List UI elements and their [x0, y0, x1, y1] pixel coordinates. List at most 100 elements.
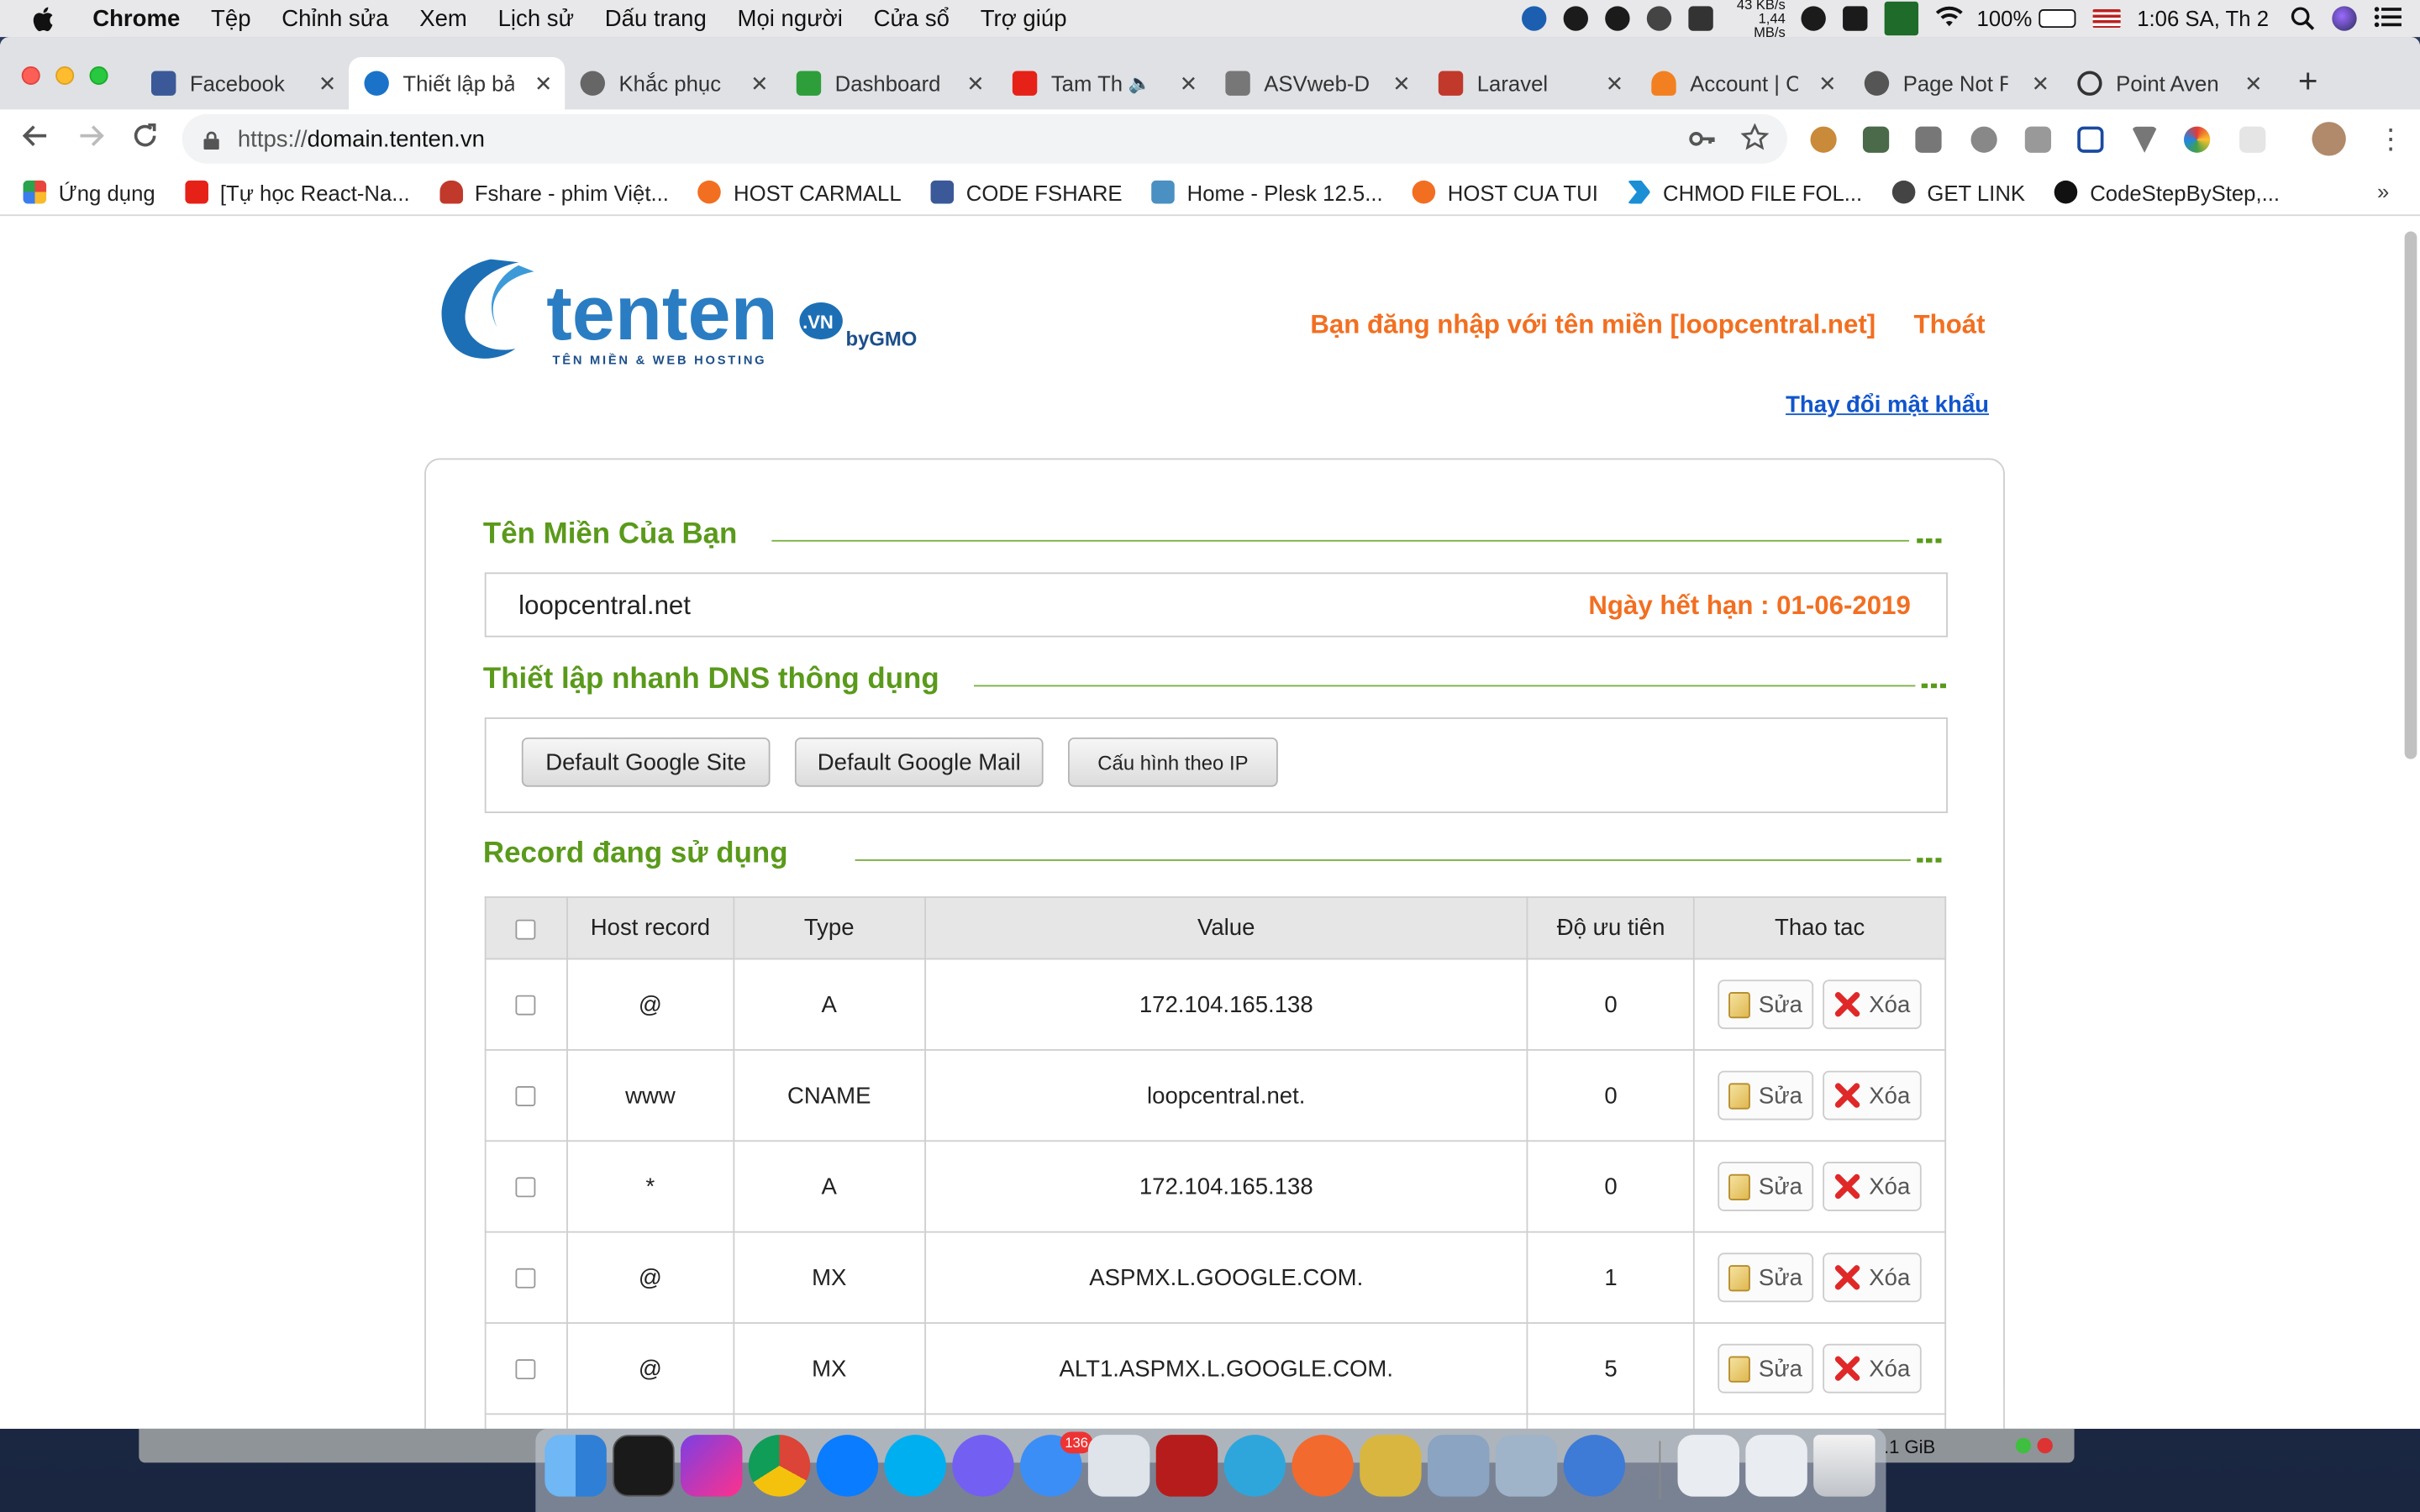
zalo-icon[interactable]: [816, 1435, 879, 1497]
menu-view[interactable]: Xem: [419, 5, 467, 31]
delete-button[interactable]: Xóa: [1823, 1252, 1922, 1303]
row-checkbox[interactable]: [516, 995, 537, 1016]
us-flag-icon[interactable]: [2091, 9, 2121, 29]
tab-laravel[interactable]: Laravel ✕: [1423, 57, 1635, 109]
tab-close-icon[interactable]: ✕: [2244, 71, 2263, 97]
vue-devtools-icon[interactable]: [2131, 126, 2158, 153]
viber-status-icon[interactable]: [1801, 6, 1826, 31]
menu-people[interactable]: Mọi người: [738, 5, 843, 31]
profile-avatar[interactable]: [2312, 122, 2346, 156]
spotlight-search-icon[interactable]: [2291, 6, 2315, 30]
bookmarks-overflow-icon[interactable]: »: [2377, 179, 2389, 203]
bookmark-star-icon[interactable]: [1740, 123, 1770, 159]
tab-cloudflare-account[interactable]: Account | C ✕: [1636, 57, 1849, 109]
battery-icon[interactable]: [2038, 9, 2075, 29]
menu-app-chrome[interactable]: Chrome: [92, 5, 180, 31]
logout-link[interactable]: Thoát: [1914, 310, 1986, 341]
document-stack-icon[interactable]: [1677, 1435, 1740, 1497]
bookmark-host-carmall[interactable]: HOST CARMALL: [697, 180, 902, 204]
tab-close-icon[interactable]: ✕: [2032, 71, 2050, 97]
edit-button[interactable]: Sửa: [1718, 1343, 1813, 1394]
row-checkbox[interactable]: [516, 1086, 537, 1106]
delete-button[interactable]: Xóa: [1823, 1162, 1922, 1211]
new-tab-button[interactable]: +: [2298, 61, 2318, 102]
tab-dashboard[interactable]: Dashboard ✕: [781, 57, 997, 109]
terminal-icon[interactable]: [613, 1435, 675, 1497]
preview-icon[interactable]: [1427, 1435, 1490, 1497]
database-icon[interactable]: [1360, 1435, 1422, 1497]
tab-khac-phuc[interactable]: Khắc phục ✕: [565, 57, 781, 109]
select-all-checkbox[interactable]: [516, 918, 537, 939]
edit-button[interactable]: Sửa: [1718, 1070, 1813, 1121]
tab-close-icon[interactable]: ✕: [750, 71, 769, 97]
tab-page-not-found[interactable]: Page Not F ✕: [1849, 57, 2061, 109]
tab-asvweb[interactable]: ASVweb-D ✕: [1210, 57, 1423, 109]
notification-center-icon[interactable]: [2374, 6, 2402, 30]
back-button[interactable]: [22, 122, 50, 157]
row-checkbox[interactable]: [516, 1177, 537, 1198]
bookmark-get-link[interactable]: GET LINK: [1891, 180, 2025, 204]
bookmark-host-cua-tui[interactable]: HOST CUA TUI: [1412, 180, 1598, 204]
tab-dns-settings[interactable]: Thiết lập bả ✕: [349, 56, 566, 110]
tab-close-icon[interactable]: ✕: [966, 71, 985, 97]
delete-button[interactable]: Xóa: [1823, 1343, 1922, 1394]
key-icon[interactable]: [1688, 125, 1716, 160]
trash-icon[interactable]: [1813, 1435, 1876, 1497]
skype-status-icon[interactable]: [1563, 6, 1588, 31]
row-checkbox[interactable]: [516, 1268, 537, 1289]
wifi-icon[interactable]: [1935, 6, 1963, 30]
menu-help[interactable]: Trợ giúp: [981, 5, 1067, 31]
delete-button[interactable]: Xóa: [1823, 979, 1922, 1030]
lock-icon[interactable]: [203, 129, 219, 150]
filezilla-icon[interactable]: [1155, 1435, 1218, 1497]
tab-close-icon[interactable]: ✕: [1180, 71, 1198, 97]
tenten-logo[interactable]: tenten .VN byGMO TÊN MIỀN & WEB HOSTING: [429, 253, 939, 369]
bookmark-codestepbystep[interactable]: CodeStepByStep,...: [2054, 180, 2280, 204]
recycle-extension-icon[interactable]: [1862, 126, 1890, 153]
finder-icon[interactable]: [544, 1435, 607, 1497]
siri-icon[interactable]: [2332, 6, 2357, 31]
postman-icon[interactable]: [1292, 1435, 1354, 1497]
close-window-button[interactable]: [21, 66, 40, 86]
skype-icon[interactable]: [884, 1435, 946, 1497]
clock[interactable]: 1:06 SA, Th 2: [2137, 6, 2269, 30]
delete-button[interactable]: Xóa: [1823, 1070, 1922, 1121]
chrome-icon[interactable]: [748, 1435, 811, 1497]
tab-close-icon[interactable]: ✕: [534, 71, 553, 97]
bookmark-chmod[interactable]: CHMOD FILE FOL...: [1627, 180, 1862, 204]
menu-edit[interactable]: Chỉnh sửa: [281, 5, 388, 31]
photos-icon[interactable]: [1495, 1435, 1558, 1497]
tab-close-icon[interactable]: ✕: [1818, 71, 1837, 97]
menu-window[interactable]: Cửa sổ: [874, 5, 950, 31]
notification-status-icon[interactable]: [1842, 6, 1868, 31]
bookmark-react-native[interactable]: [Tự học React-Na...: [184, 180, 410, 204]
kebab-menu-icon[interactable]: ⋮: [2377, 123, 2405, 156]
telegram-status-icon[interactable]: [1604, 6, 1630, 31]
docker-icon[interactable]: [1688, 6, 1713, 31]
color-picker-extension-icon[interactable]: [2183, 126, 2211, 153]
elephant-status-icon[interactable]: [1521, 6, 1547, 31]
forward-button[interactable]: [77, 122, 105, 157]
eyedropper-extension-icon[interactable]: [1915, 126, 1942, 153]
creative-cloud-icon[interactable]: [1646, 6, 1671, 31]
code-editor-icon[interactable]: [1087, 1435, 1150, 1497]
default-google-site-button[interactable]: Default Google Site: [521, 737, 771, 787]
menu-file[interactable]: Tệp: [211, 5, 250, 31]
settings-extension-icon[interactable]: [2024, 126, 2052, 153]
tab-facebook[interactable]: Facebook ✕: [136, 57, 349, 109]
tab-youtube[interactable]: Tam Th 🔈 ✕: [997, 57, 1210, 109]
tab-point-avenue[interactable]: Point Aven ✕: [2062, 57, 2275, 109]
n-extension-icon[interactable]: [2077, 126, 2104, 153]
config-by-ip-button[interactable]: Cấu hình theo IP: [1068, 737, 1278, 787]
bookmark-plesk[interactable]: Home - Plesk 12.5...: [1151, 180, 1383, 204]
edit-button[interactable]: Sửa: [1718, 1252, 1813, 1303]
url-text[interactable]: https://domain.tenten.vn: [238, 126, 485, 152]
page-scrollbar[interactable]: [2404, 231, 2417, 759]
bookmark-apps[interactable]: Ứng dụng: [23, 180, 155, 204]
tab-close-icon[interactable]: ✕: [318, 71, 337, 97]
reload-button[interactable]: [131, 122, 159, 157]
edit-button[interactable]: Sửa: [1718, 1162, 1813, 1211]
minimize-window-button[interactable]: [55, 66, 75, 86]
cookie-extension-icon[interactable]: [1810, 126, 1837, 153]
bookmark-code-fshare[interactable]: CODE FSHARE: [930, 180, 1123, 204]
